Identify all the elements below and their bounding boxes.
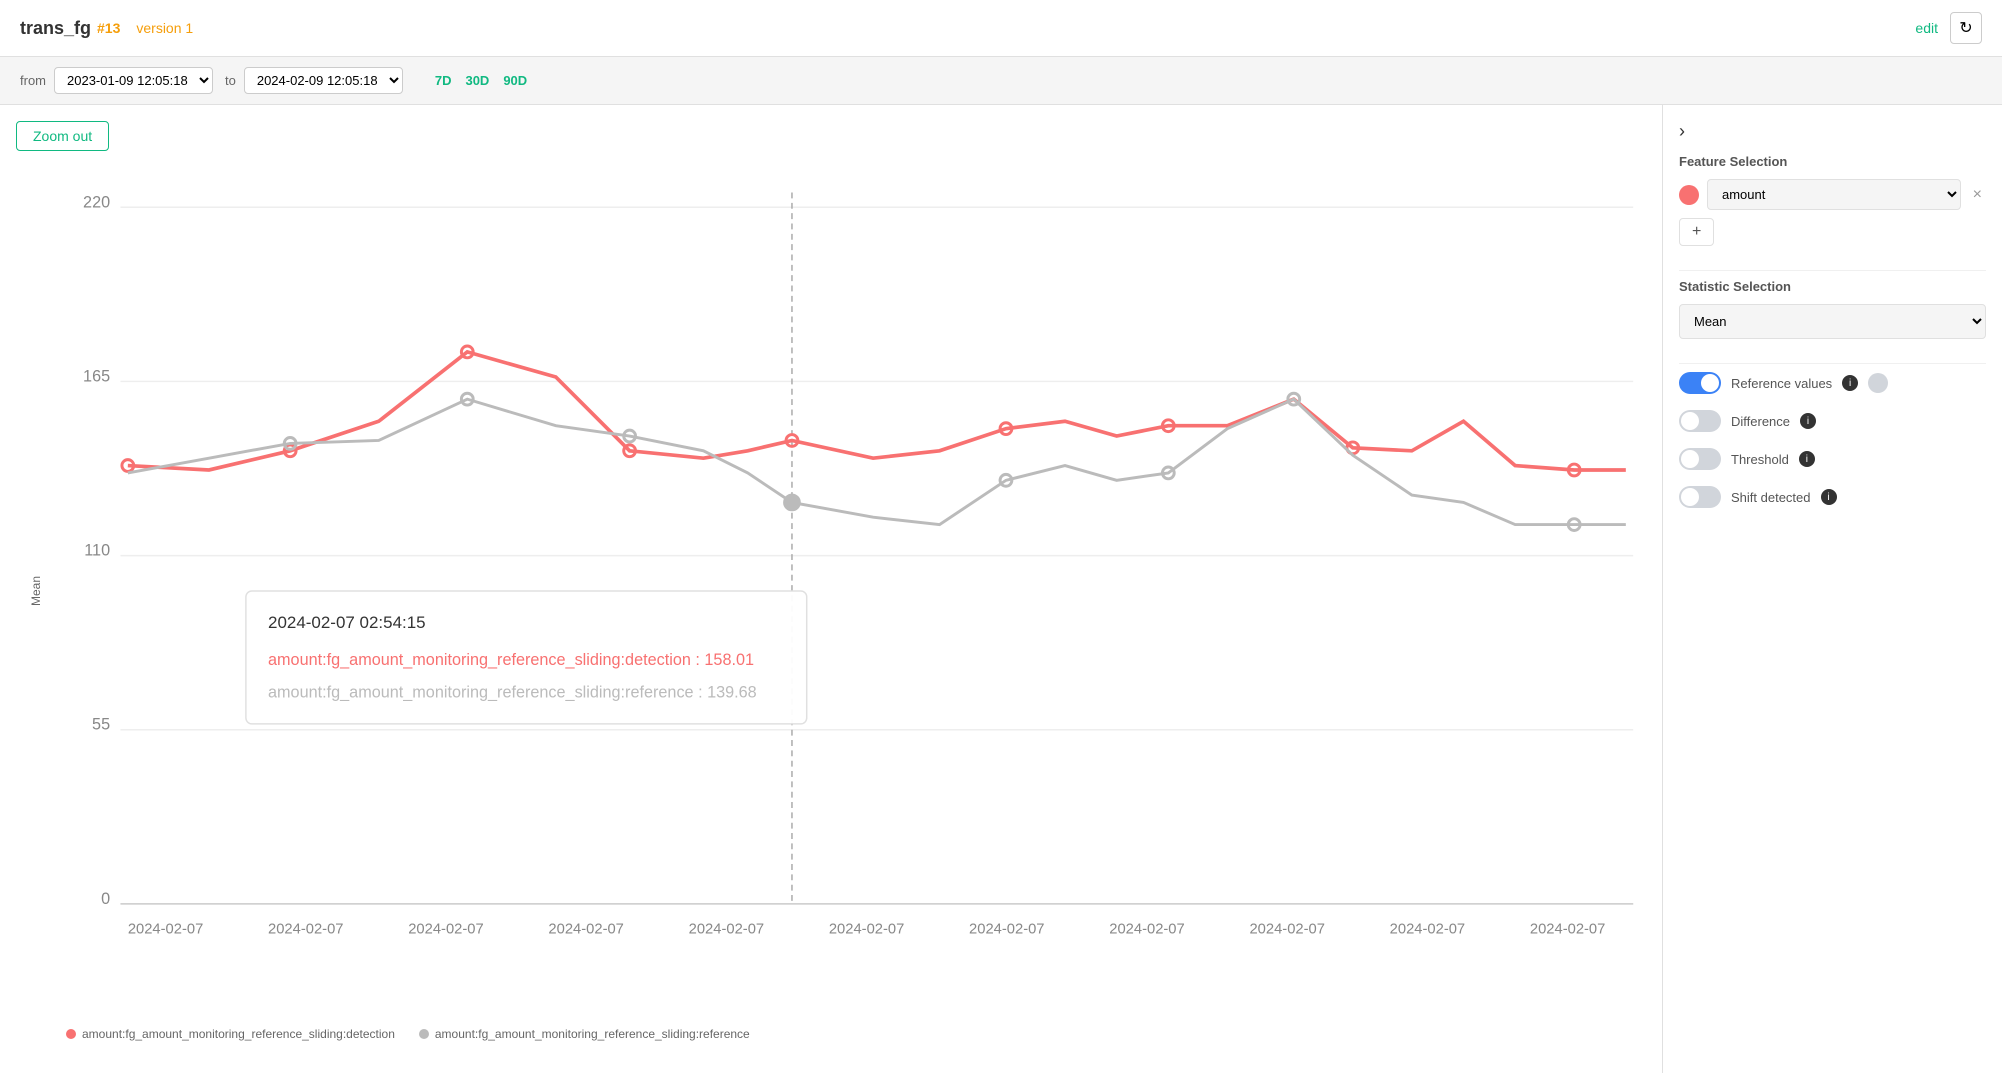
- svg-text:2024-02-07: 2024-02-07: [969, 921, 1044, 937]
- svg-text:165: 165: [83, 367, 110, 385]
- svg-text:2024-02-07: 2024-02-07: [1530, 921, 1605, 937]
- svg-text:2024-02-07: 2024-02-07: [268, 921, 343, 937]
- quick-buttons: 7D 30D 90D: [431, 71, 531, 90]
- zoom-out-button[interactable]: Zoom out: [16, 121, 109, 151]
- svg-text:2024-02-07 02:54:15: 2024-02-07 02:54:15: [268, 613, 426, 632]
- main-content: Zoom out Mean 220 165 110 55 0: [0, 105, 2002, 1073]
- svg-text:0: 0: [101, 890, 110, 908]
- reference-color-dot: [1868, 373, 1888, 393]
- threshold-toggle[interactable]: [1679, 448, 1721, 470]
- detection-legend-item: amount:fg_amount_monitoring_reference_sl…: [66, 1027, 395, 1041]
- svg-text:2024-02-07: 2024-02-07: [1109, 921, 1184, 937]
- page-title: trans_fg: [20, 18, 91, 39]
- statistic-select[interactable]: Mean Median Std Min Max: [1679, 304, 1986, 339]
- refresh-button[interactable]: ↻: [1950, 12, 1982, 44]
- threshold-label: Threshold: [1731, 452, 1789, 467]
- from-date-select[interactable]: 2023-01-09 12:05:18: [54, 67, 213, 94]
- to-label: to: [225, 73, 236, 88]
- shift-detected-label: Shift detected: [1731, 490, 1811, 505]
- date-to-range: to 2024-02-09 12:05:18: [225, 67, 403, 94]
- reference-values-row: Reference values i: [1679, 372, 1986, 394]
- difference-toggle[interactable]: [1679, 410, 1721, 432]
- to-date-select[interactable]: 2024-02-09 12:05:18: [244, 67, 403, 94]
- svg-text:2024-02-07: 2024-02-07: [1249, 921, 1324, 937]
- svg-text:220: 220: [83, 193, 110, 211]
- 30d-button[interactable]: 30D: [461, 71, 493, 90]
- header-right: edit ↻: [1915, 12, 1982, 44]
- detection-legend-dot: [66, 1029, 76, 1039]
- 7d-button[interactable]: 7D: [431, 71, 456, 90]
- svg-text:2024-02-07: 2024-02-07: [408, 921, 483, 937]
- shift-detected-toggle[interactable]: [1679, 486, 1721, 508]
- chart-svg: 220 165 110 55 0 2024-02-07 2024-02-07: [56, 163, 1646, 1019]
- svg-text:2024-02-07: 2024-02-07: [1390, 921, 1465, 937]
- version-label: version 1: [136, 20, 193, 36]
- 90d-button[interactable]: 90D: [499, 71, 531, 90]
- svg-text:2024-02-07: 2024-02-07: [128, 921, 203, 937]
- feature-color-dot: [1679, 185, 1699, 205]
- threshold-info-icon[interactable]: i: [1799, 451, 1815, 467]
- add-feature-button[interactable]: +: [1679, 218, 1714, 246]
- remove-feature-button[interactable]: ×: [1969, 184, 1986, 206]
- shift-detected-info-icon[interactable]: i: [1821, 489, 1837, 505]
- difference-label: Difference: [1731, 414, 1790, 429]
- detection-legend-label: amount:fg_amount_monitoring_reference_sl…: [82, 1027, 395, 1041]
- y-axis-label: Mean: [29, 576, 43, 606]
- reference-values-label: Reference values: [1731, 376, 1832, 391]
- svg-text:amount:fg_amount_monitoring_re: amount:fg_amount_monitoring_reference_sl…: [268, 651, 754, 669]
- date-from-range: from 2023-01-09 12:05:18: [20, 67, 213, 94]
- feature-selection-title: Feature Selection: [1679, 154, 1986, 169]
- sidebar-toggle-button[interactable]: ›: [1679, 121, 1986, 142]
- reference-legend-dot: [419, 1029, 429, 1039]
- svg-text:amount:fg_amount_monitoring_re: amount:fg_amount_monitoring_reference_sl…: [268, 683, 757, 701]
- threshold-row: Threshold i: [1679, 448, 1986, 470]
- hash-label: #13: [97, 20, 120, 36]
- feature-row: amount ×: [1679, 179, 1986, 210]
- svg-text:2024-02-07: 2024-02-07: [829, 921, 904, 937]
- svg-text:2024-02-07: 2024-02-07: [548, 921, 623, 937]
- divider-2: [1679, 363, 1986, 364]
- chart-legend: amount:fg_amount_monitoring_reference_sl…: [16, 1019, 1646, 1041]
- from-label: from: [20, 73, 46, 88]
- svg-text:110: 110: [84, 542, 110, 560]
- difference-info-icon[interactable]: i: [1800, 413, 1816, 429]
- shift-detected-row: Shift detected i: [1679, 486, 1986, 508]
- toolbar: from 2023-01-09 12:05:18 to 2024-02-09 1…: [0, 57, 2002, 105]
- statistic-selection-title: Statistic Selection: [1679, 279, 1986, 294]
- reference-values-info-icon[interactable]: i: [1842, 375, 1858, 391]
- sidebar: › Feature Selection amount × + Statistic…: [1662, 105, 2002, 1073]
- feature-select[interactable]: amount: [1707, 179, 1961, 210]
- reference-values-toggle[interactable]: [1679, 372, 1721, 394]
- divider-1: [1679, 270, 1986, 271]
- difference-row: Difference i: [1679, 410, 1986, 432]
- reference-legend-item: amount:fg_amount_monitoring_reference_sl…: [419, 1027, 750, 1041]
- edit-button[interactable]: edit: [1915, 20, 1938, 36]
- reference-legend-label: amount:fg_amount_monitoring_reference_sl…: [435, 1027, 750, 1041]
- header: trans_fg #13 version 1 edit ↻: [0, 0, 2002, 57]
- svg-text:55: 55: [92, 716, 110, 734]
- chart-area: Zoom out Mean 220 165 110 55 0: [0, 105, 1662, 1073]
- svg-text:2024-02-07: 2024-02-07: [689, 921, 764, 937]
